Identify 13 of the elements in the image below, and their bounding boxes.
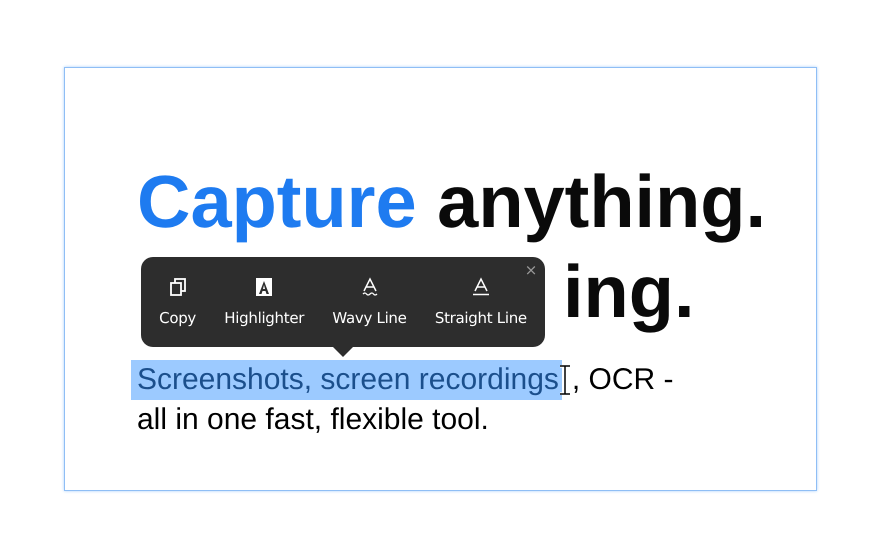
- wavy-button[interactable]: Wavy Line: [330, 271, 409, 333]
- underline-a-icon: [470, 277, 491, 297]
- highlighter-button[interactable]: Highlighter: [222, 271, 306, 333]
- copy-button[interactable]: Copy: [157, 271, 198, 333]
- text-cursor-icon: [558, 365, 572, 395]
- selected-text: Screenshots, screen recordings: [131, 360, 562, 400]
- close-button[interactable]: ×: [522, 261, 539, 279]
- headline: Capture anything.: [137, 159, 768, 245]
- headline-fragment: ing.: [563, 250, 695, 333]
- body-text: all in one fast, flexible tool.: [137, 402, 489, 438]
- highlighter-icon: [254, 277, 274, 297]
- body-text: , OCR -: [572, 362, 674, 398]
- copy-icon: [168, 277, 188, 297]
